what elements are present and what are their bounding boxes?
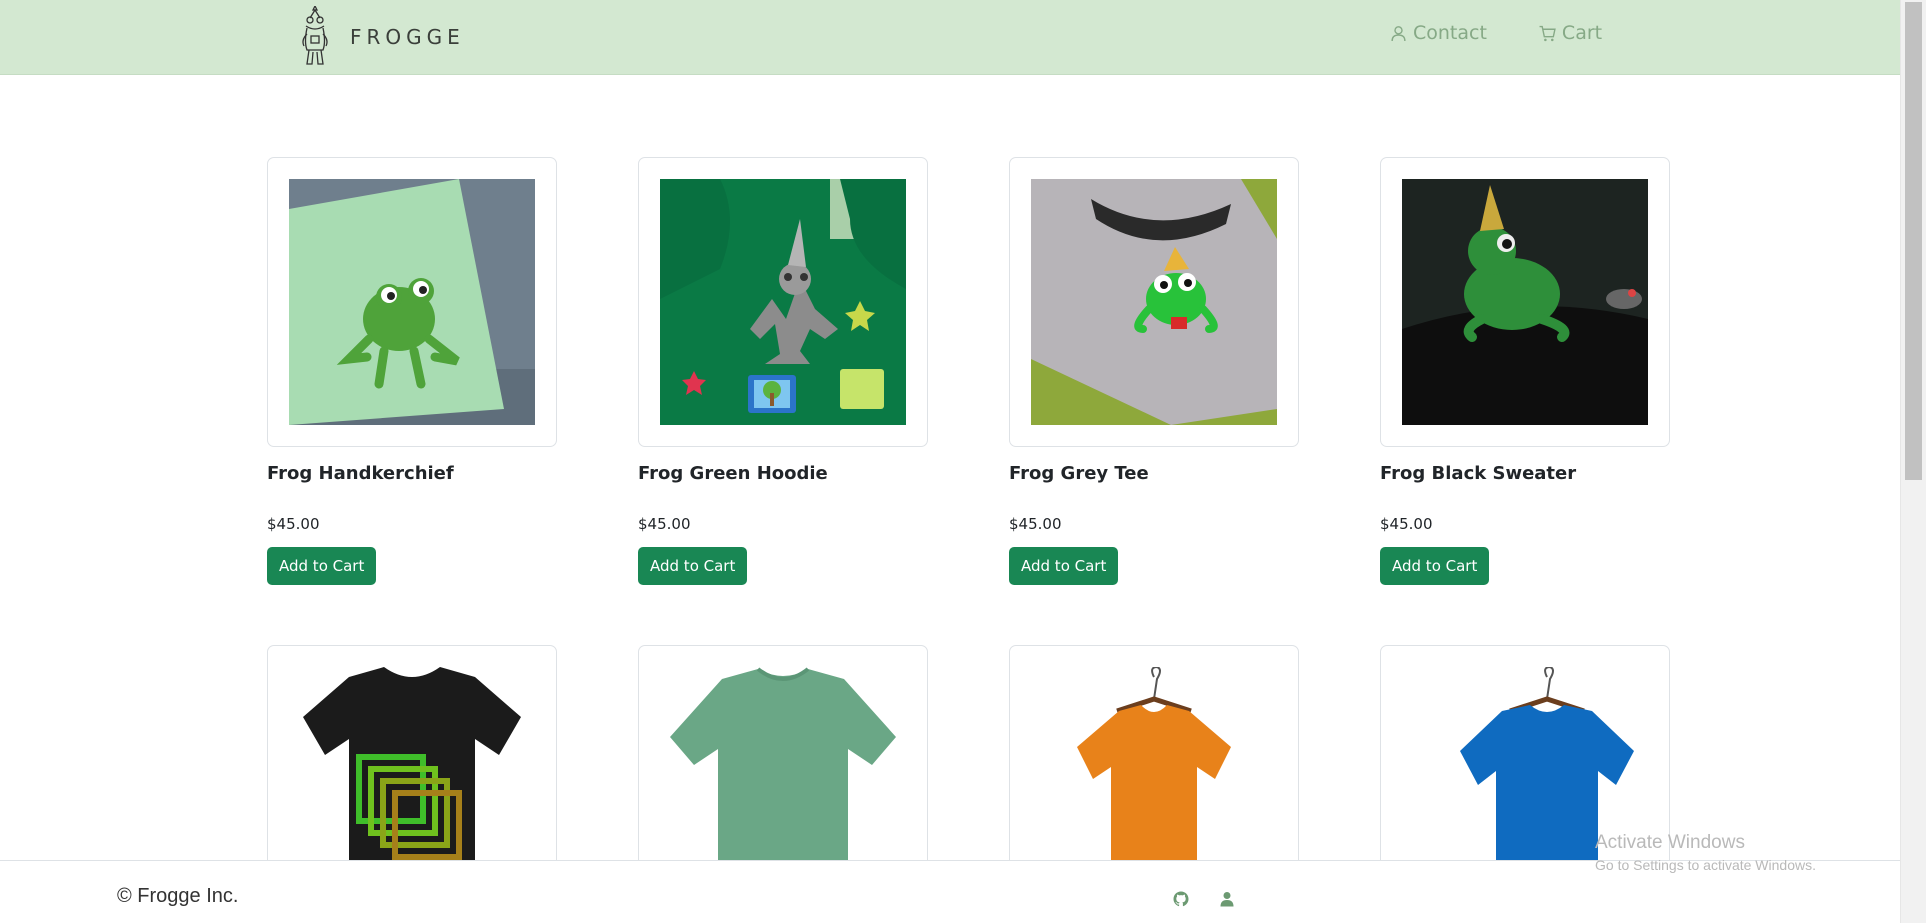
cart-icon bbox=[1539, 25, 1556, 41]
add-to-cart-button[interactable]: Add to Cart bbox=[1009, 547, 1119, 585]
nav-contact-link[interactable]: Contact bbox=[1390, 22, 1487, 44]
product-card: Frog Green Hoodie $45.00 Add to Cart bbox=[638, 157, 928, 585]
user-icon[interactable] bbox=[1219, 891, 1235, 907]
activate-windows-watermark: Activate Windows Go to Settings to activ… bbox=[1595, 832, 1816, 873]
brand-name: FROGGE bbox=[350, 25, 465, 49]
frog-mascot-icon bbox=[302, 6, 328, 65]
vertical-scrollbar[interactable] bbox=[1900, 0, 1926, 923]
scrollbar-thumb[interactable] bbox=[1905, 2, 1922, 480]
add-to-cart-button[interactable]: Add to Cart bbox=[638, 547, 748, 585]
handkerchief-image bbox=[289, 179, 535, 425]
product-price: $45.00 bbox=[1009, 515, 1062, 533]
black-sweater-image bbox=[1402, 179, 1648, 425]
product-image[interactable] bbox=[1009, 157, 1299, 447]
product-grid: Frog Handkerchief $45.00 Add to Cart Fro… bbox=[267, 157, 1672, 923]
product-price: $45.00 bbox=[638, 515, 691, 533]
brand-link[interactable]: FROGGE bbox=[298, 6, 465, 68]
product-name: Frog Green Hoodie bbox=[638, 463, 828, 484]
product-name: Frog Handkerchief bbox=[267, 463, 454, 484]
product-image[interactable] bbox=[638, 157, 928, 447]
nav-links: Contact Cart bbox=[1390, 22, 1602, 44]
github-icon[interactable] bbox=[1173, 891, 1189, 907]
hoodie-image bbox=[660, 179, 906, 425]
add-to-cart-button[interactable]: Add to Cart bbox=[267, 547, 377, 585]
user-icon bbox=[1391, 25, 1406, 41]
product-card: Frog Black Sweater $45.00 Add to Cart bbox=[1380, 157, 1670, 585]
watermark-subtitle: Go to Settings to activate Windows. bbox=[1595, 857, 1816, 873]
grey-tee-image bbox=[1031, 179, 1277, 425]
product-name: Frog Black Sweater bbox=[1380, 463, 1577, 484]
copyright-text: © Frogge Inc. bbox=[117, 885, 239, 907]
nav-contact-label: Contact bbox=[1413, 22, 1487, 44]
nav-cart-link[interactable]: Cart bbox=[1539, 22, 1602, 44]
watermark-title: Activate Windows bbox=[1595, 832, 1745, 853]
product-price: $45.00 bbox=[267, 515, 320, 533]
product-image[interactable] bbox=[267, 157, 557, 447]
product-card: Frog Grey Tee $45.00 Add to Cart bbox=[1009, 157, 1299, 585]
navbar: FROGGE Contact Cart bbox=[0, 0, 1900, 75]
add-to-cart-button[interactable]: Add to Cart bbox=[1380, 547, 1490, 585]
product-name: Frog Grey Tee bbox=[1009, 463, 1149, 484]
product-card: Frog Handkerchief $45.00 Add to Cart bbox=[267, 157, 557, 585]
product-image[interactable] bbox=[1380, 157, 1670, 447]
footer-social-links bbox=[1173, 891, 1235, 907]
nav-cart-label: Cart bbox=[1561, 22, 1603, 44]
product-price: $45.00 bbox=[1380, 515, 1433, 533]
